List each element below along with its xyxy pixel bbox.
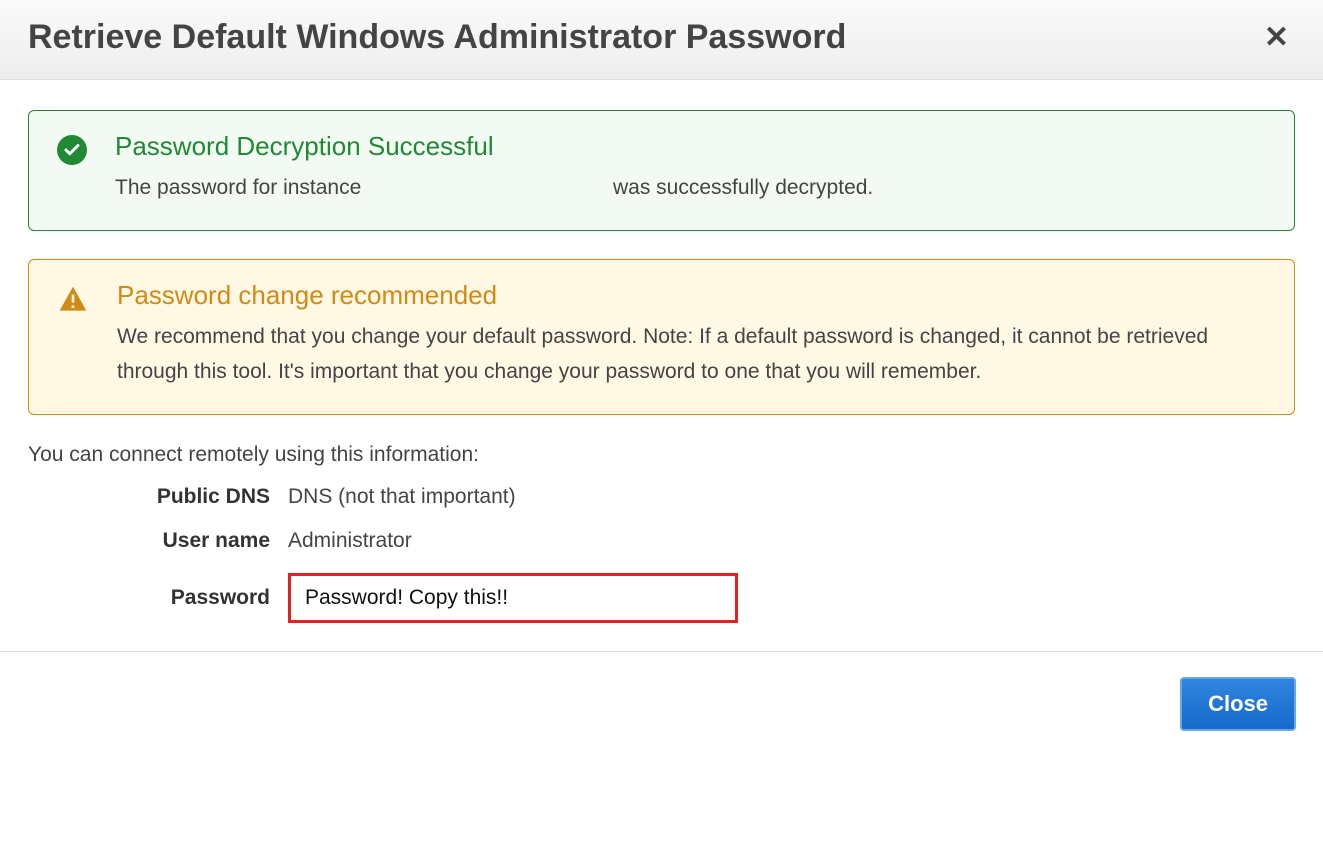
value-public-dns: DNS (not that important) <box>288 485 1295 509</box>
value-user-name: Administrator <box>288 529 1295 553</box>
modal-title: Retrieve Default Windows Administrator P… <box>28 18 846 57</box>
alert-success-content: Password Decryption Successful The passw… <box>115 131 873 206</box>
close-button[interactable]: Close <box>1181 678 1295 730</box>
modal-footer: Close <box>0 651 1323 750</box>
alert-success-text: The password for instance was successful… <box>115 170 873 206</box>
close-icon[interactable]: ✕ <box>1258 23 1295 53</box>
check-circle-icon <box>57 135 87 206</box>
alert-warning: Password change recommended We recommend… <box>28 259 1295 415</box>
label-user-name: User name <box>28 529 288 553</box>
value-password[interactable]: Password! Copy this!! <box>288 573 738 623</box>
alert-warning-content: Password change recommended We recommend… <box>117 280 1266 390</box>
alert-success: Password Decryption Successful The passw… <box>28 110 1295 231</box>
label-password: Password <box>28 586 288 610</box>
modal-header: Retrieve Default Windows Administrator P… <box>0 0 1323 80</box>
label-public-dns: Public DNS <box>28 485 288 509</box>
alert-warning-text: We recommend that you change your defaul… <box>117 319 1266 390</box>
alert-success-title: Password Decryption Successful <box>115 131 873 162</box>
alert-warning-title: Password change recommended <box>117 280 1266 311</box>
connect-intro: You can connect remotely using this info… <box>28 443 1295 467</box>
password-cell: Password! Copy this!! <box>288 573 1295 623</box>
modal-body: Password Decryption Successful The passw… <box>0 80 1323 623</box>
connection-info: Public DNS DNS (not that important) User… <box>28 485 1295 623</box>
warning-triangle-icon <box>57 284 89 390</box>
